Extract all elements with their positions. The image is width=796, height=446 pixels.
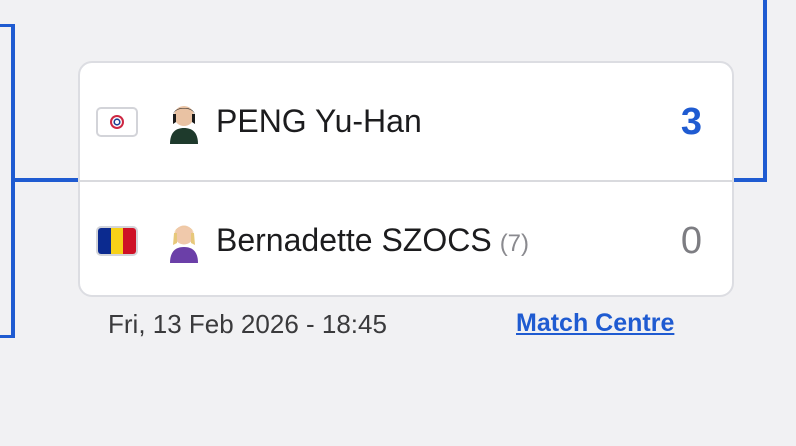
player-avatar-szocs <box>164 219 204 263</box>
player-seed: (7) <box>499 230 530 257</box>
romania-flag-icon <box>96 225 138 256</box>
player-name-text: PENG Yu-Han <box>216 103 422 139</box>
match-card[interactable]: PENG Yu-Han 3 Bernadette SZOCS (7) 0 <box>78 61 734 297</box>
match-datetime: Fri, 13 Feb 2026 - 18:45 <box>108 309 387 339</box>
bracket-line-right-vertical <box>763 0 767 182</box>
chinese-taipei-flag-icon <box>96 106 138 137</box>
match-centre-link[interactable]: Match Centre <box>516 309 674 338</box>
player-score: 3 <box>680 100 702 143</box>
player-row-loser[interactable]: Bernadette SZOCS (7) 0 <box>80 182 732 295</box>
player-name-text: Bernadette SZOCS <box>216 222 492 258</box>
bracket-line-left-stub-top <box>0 24 15 27</box>
bracket-line-left-stub-bottom <box>0 335 15 338</box>
player-avatar-peng <box>164 100 204 144</box>
player-score: 0 <box>680 219 702 262</box>
player-name[interactable]: Bernadette SZOCS (7) <box>216 222 529 259</box>
player-name[interactable]: PENG Yu-Han <box>216 103 422 140</box>
player-row-winner[interactable]: PENG Yu-Han 3 <box>80 63 732 180</box>
